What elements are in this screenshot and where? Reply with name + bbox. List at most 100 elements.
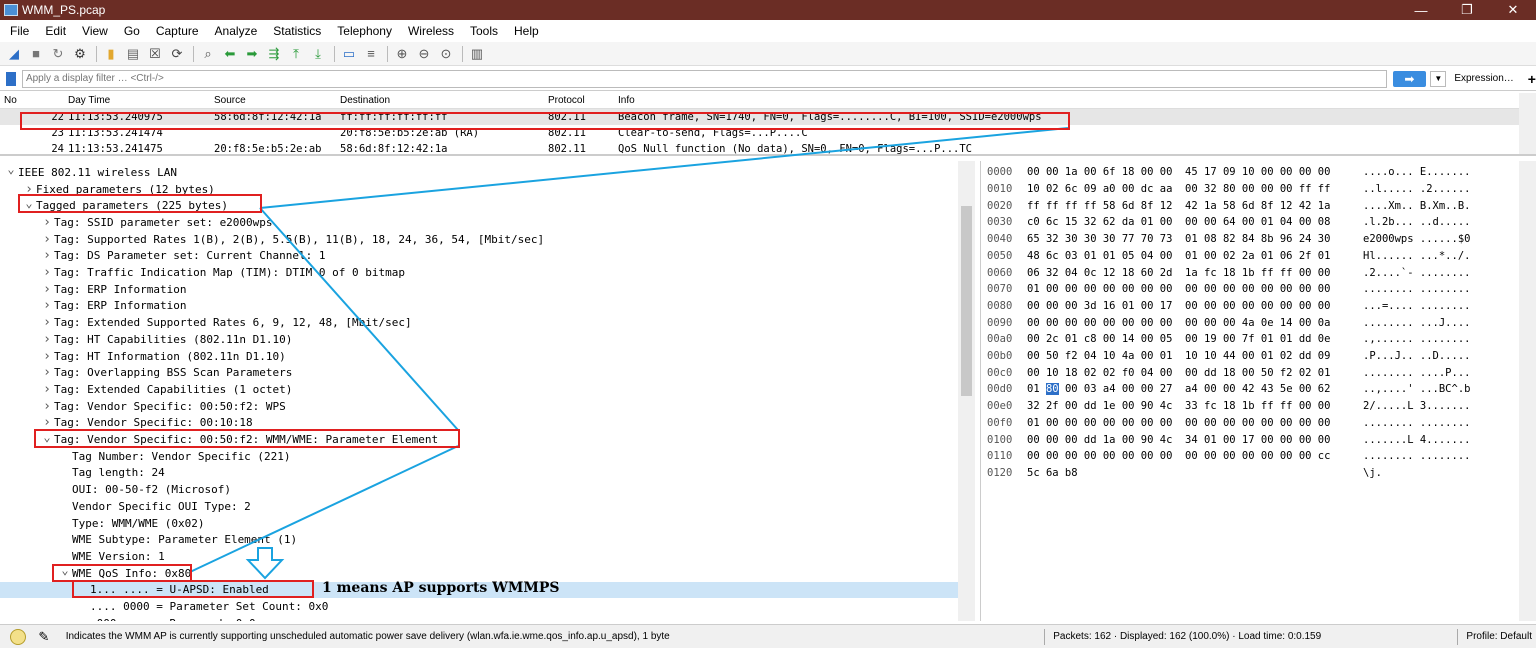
collapsed-chevron-icon[interactable]: › [40, 332, 54, 347]
colorize-icon[interactable]: ≡ [361, 44, 381, 64]
detail-tree-item[interactable]: › Fixed parameters (12 bytes) [0, 181, 958, 198]
detail-tree-item[interactable]: .... 0000 = Parameter Set Count: 0x0 [0, 598, 958, 615]
detail-tree-item[interactable]: Tag Number: Vendor Specific (221) [0, 448, 958, 465]
detail-tree-item[interactable]: › Tag: HT Information (802.11n D1.10) [0, 348, 958, 365]
menu-view[interactable]: View [74, 24, 116, 38]
menu-tools[interactable]: Tools [462, 24, 506, 38]
last-packet-icon[interactable]: ⤓ [308, 44, 328, 64]
go-back-icon[interactable]: ⬅ [220, 44, 240, 64]
collapsed-chevron-icon[interactable]: › [40, 232, 54, 247]
packet-row[interactable]: 22 11:13:53.240975 58:6d:8f:12:42:1a ff:ff:… [0, 109, 1536, 125]
hex-row[interactable]: 00b0 00 50 f2 04 10 4a 00 01 10 10 44 00 … [987, 348, 1483, 365]
filter-history-dropdown-icon[interactable]: ▼ [1430, 70, 1447, 87]
column-header-protocol[interactable]: Protocol [548, 95, 618, 106]
open-folder-icon[interactable]: ▮ [101, 44, 121, 64]
detail-tree-item[interactable]: ⌄ Tag: Vendor Specific: 00:50:f2: WMM/WME… [0, 430, 958, 448]
detail-tree-item[interactable]: › Tag: DS Parameter set: Current Channel:… [0, 248, 958, 265]
expanded-chevron-icon[interactable]: ⌄ [22, 196, 36, 210]
find-magnifier-icon[interactable]: ⌕ [198, 44, 218, 64]
packet-details-scroll-thumb[interactable] [961, 206, 972, 396]
column-header-destination[interactable]: Destination [340, 95, 548, 106]
hex-row[interactable]: 0090 00 00 00 00 00 00 00 00 00 00 00 4a … [987, 314, 1483, 331]
detail-tree-item[interactable]: › Tag: Vendor Specific: 00:50:f2: WPS [0, 398, 958, 415]
collapsed-chevron-icon[interactable]: › [40, 315, 54, 330]
detail-tree-item[interactable]: ⌄ IEEE 802.11 wireless LAN [0, 162, 958, 181]
detail-tree-item[interactable]: › Tag: HT Capabilities (802.11n D1.10) [0, 331, 958, 348]
detail-tree-item[interactable]: .000 .... = Reserved: 0x0 [0, 615, 958, 621]
detail-tree-item[interactable]: › Tag: ERP Information [0, 298, 958, 315]
hex-row[interactable]: 00c0 00 10 18 02 02 f0 04 00 00 dd 18 00 … [987, 364, 1483, 381]
first-packet-icon[interactable]: ⤒ [286, 44, 306, 64]
collapsed-chevron-icon[interactable]: › [40, 382, 54, 397]
expanded-chevron-icon[interactable]: ⌄ [40, 430, 54, 444]
save-file-icon[interactable]: ▤ [123, 44, 143, 64]
menu-capture[interactable]: Capture [148, 24, 207, 38]
expanded-chevron-icon[interactable]: ⌄ [4, 162, 18, 176]
autoscroll-icon[interactable]: ▭ [339, 44, 359, 64]
hex-row[interactable]: 0010 10 02 6c 09 a0 00 dc aa 00 32 80 00 … [987, 181, 1483, 198]
collapsed-chevron-icon[interactable]: › [40, 265, 54, 280]
hex-row[interactable]: 0060 06 32 04 0c 12 18 60 2d 1a fc 18 1b … [987, 264, 1483, 281]
capture-comment-pencil-icon[interactable]: ✎ [36, 629, 52, 645]
hex-row[interactable]: 0000 00 00 1a 00 6f 18 00 00 45 17 09 10 … [987, 164, 1483, 181]
hex-row[interactable]: 0100 00 00 00 dd 1a 00 90 4c 34 01 00 17 … [987, 431, 1483, 448]
detail-tree-item[interactable]: Vendor Specific OUI Type: 2 [0, 498, 958, 515]
detail-tree-item[interactable]: › Tag: SSID parameter set: e2000wps [0, 214, 958, 231]
zoom-out-icon[interactable]: ⊖ [414, 44, 434, 64]
hex-row[interactable]: 0020 ff ff ff ff 58 6d 8f 12 42 1a 58 6d … [987, 197, 1483, 214]
collapsed-chevron-icon[interactable]: › [40, 282, 54, 297]
collapsed-chevron-icon[interactable]: › [40, 365, 54, 380]
collapsed-chevron-icon[interactable]: › [40, 349, 54, 364]
collapsed-chevron-icon[interactable]: › [40, 215, 54, 230]
detail-tree-item[interactable]: Type: WMM/WME (0x02) [0, 515, 958, 532]
filter-bookmark-icon[interactable] [6, 71, 16, 86]
detail-tree-item[interactable]: WME Version: 1 [0, 548, 958, 565]
maximize-button[interactable]: ❐ [1444, 0, 1490, 20]
hex-row[interactable]: 00f0 01 00 00 00 00 00 00 00 00 00 00 00 … [987, 415, 1483, 432]
hex-row[interactable]: 00e0 32 2f 00 dd 1e 00 90 4c 33 fc 18 1b … [987, 398, 1483, 415]
packet-list-scrollbar[interactable] [1519, 93, 1536, 154]
hex-row[interactable]: 0070 01 00 00 00 00 00 00 00 00 00 00 00 … [987, 281, 1483, 298]
detail-tree-item[interactable]: › Tag: Vendor Specific: 00:10:18 [0, 415, 958, 432]
shark-fin-start-icon[interactable]: ◢ [4, 44, 24, 64]
restart-icon[interactable]: ↻ [48, 44, 68, 64]
menu-statistics[interactable]: Statistics [265, 24, 329, 38]
column-header-info[interactable]: Info [618, 95, 1518, 106]
stop-icon[interactable]: ■ [26, 44, 46, 64]
hex-row[interactable]: 0110 00 00 00 00 00 00 00 00 00 00 00 00 … [987, 448, 1483, 465]
go-to-packet-icon[interactable]: ⇶ [264, 44, 284, 64]
menu-wireless[interactable]: Wireless [400, 24, 462, 38]
menu-analyze[interactable]: Analyze [207, 24, 266, 38]
detail-tree-item[interactable]: › Tag: ERP Information [0, 281, 958, 298]
collapsed-chevron-icon[interactable]: › [22, 182, 36, 197]
detail-tree-item[interactable]: Tag length: 24 [0, 465, 958, 482]
expanded-chevron-icon[interactable]: ⌄ [58, 563, 72, 577]
expert-info-status-icon[interactable] [10, 628, 26, 645]
detail-tree-item[interactable]: › Tag: Extended Supported Rates 6, 9, 12,… [0, 314, 958, 331]
detail-tree-item[interactable]: OUI: 00-50-f2 (Microsof) [0, 481, 958, 498]
close-button[interactable]: ✕ [1490, 0, 1536, 20]
column-header-source[interactable]: Source [214, 95, 340, 106]
detail-tree-item[interactable]: WME Subtype: Parameter Element (1) [0, 531, 958, 548]
packet-row[interactable]: 23 11:13:53.241474 20:f8:5e:b5:2e:ab (RA) 8… [0, 125, 1536, 141]
collapsed-chevron-icon[interactable]: › [40, 399, 54, 414]
detail-tree-item[interactable]: › Tag: Extended Capabilities (1 octet) [0, 381, 958, 398]
detail-tree-item[interactable]: › Tag: Overlapping BSS Scan Parameters [0, 364, 958, 381]
column-header-no[interactable]: No [0, 95, 68, 106]
hex-row[interactable]: 0040 65 32 30 30 30 77 70 73 01 08 82 84 … [987, 231, 1483, 248]
collapsed-chevron-icon[interactable]: › [40, 415, 54, 430]
hex-row[interactable]: 00d0 01 80 00 03 a4 00 00 27 a4 00 00 42 … [987, 381, 1483, 398]
expression-button[interactable]: Expression… [1454, 73, 1513, 84]
hex-row[interactable]: 0050 48 6c 03 01 01 05 04 00 01 00 02 2a … [987, 248, 1483, 265]
hex-row[interactable]: 00a0 00 2c 01 c8 00 14 00 05 00 19 00 7f … [987, 331, 1483, 348]
packet-row[interactable]: 24 11:13:53.241475 20:f8:5e:b5:2e:ab 58:6d:… [0, 141, 1536, 154]
zoom-in-icon[interactable]: ⊕ [392, 44, 412, 64]
collapsed-chevron-icon[interactable]: › [40, 298, 54, 313]
menu-edit[interactable]: Edit [37, 24, 74, 38]
menu-go[interactable]: Go [116, 24, 148, 38]
hex-row[interactable]: 0120 5c 6a b8 \j. [987, 465, 1483, 482]
options-gear-icon[interactable]: ⚙ [70, 44, 90, 64]
menu-help[interactable]: Help [506, 24, 547, 38]
detail-tree-item[interactable]: ⌄ WME QoS Info: 0x80 [0, 563, 958, 582]
reload-icon[interactable]: ⟳ [167, 44, 187, 64]
